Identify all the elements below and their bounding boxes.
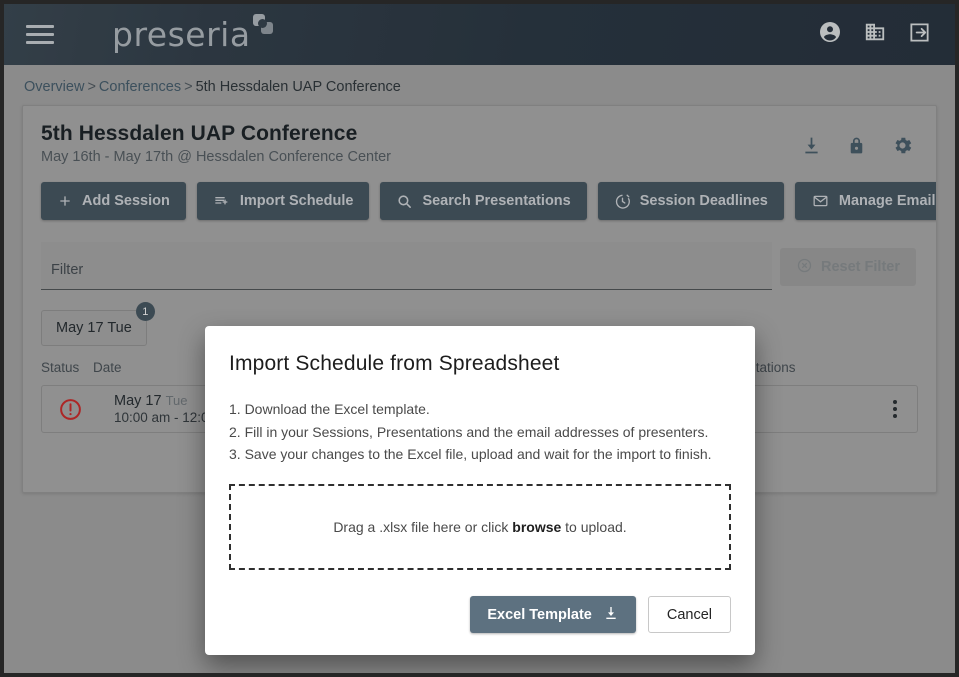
- dialog-title: Import Schedule from Spreadsheet: [229, 352, 560, 375]
- dropzone-text: Drag a .xlsx file here or click browse t…: [333, 519, 626, 535]
- import-schedule-dialog: Import Schedule from Spreadsheet 1. Down…: [205, 326, 755, 656]
- dialog-actions: Excel Template Cancel: [229, 596, 731, 634]
- dialog-steps: 1. Download the Excel template. 2. Fill …: [229, 398, 731, 466]
- app-root: preseria Overview > Conferences > 5th He…: [0, 0, 959, 677]
- dialog-step: 3. Save your changes to the Excel file, …: [229, 446, 712, 463]
- cancel-button[interactable]: Cancel: [647, 596, 731, 634]
- excel-template-button[interactable]: Excel Template: [470, 596, 636, 634]
- dialog-step: 2. Fill in your Sessions, Presentations …: [229, 423, 709, 440]
- browse-link[interactable]: browse: [512, 519, 561, 535]
- dialog-step: 1. Download the Excel template.: [229, 401, 430, 417]
- download-icon: [603, 605, 619, 625]
- dropzone-suffix: to upload.: [565, 519, 627, 536]
- dropzone-prefix: Drag a .xlsx file here or click: [333, 519, 509, 536]
- excel-template-label: Excel Template: [487, 606, 592, 623]
- file-dropzone[interactable]: Drag a .xlsx file here or click browse t…: [229, 484, 731, 571]
